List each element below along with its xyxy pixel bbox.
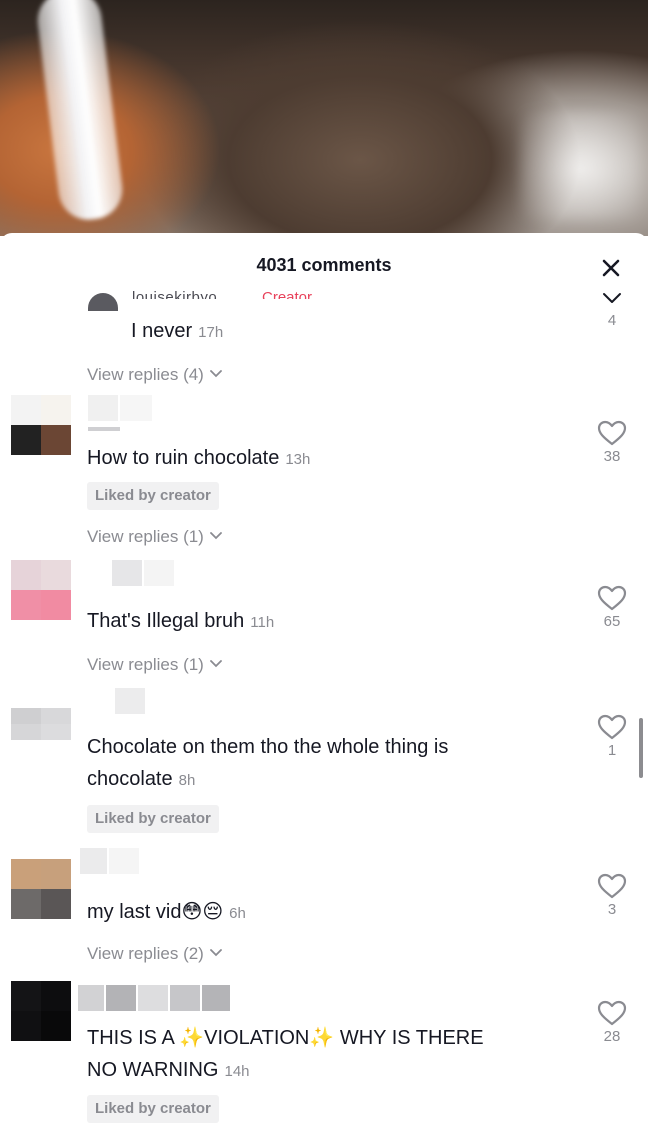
username-blurred[interactable] (88, 395, 152, 421)
view-replies-label: View replies (1) (87, 655, 204, 674)
view-replies-button[interactable]: View replies (2) (87, 942, 222, 966)
comment-item: THIS IS A ✨VIOLATION✨ WHY IS THERE NO WA… (0, 978, 648, 1137)
comment-text: Chocolate on them tho the whole thing is… (87, 731, 448, 797)
emoji-group: 😳😔 (181, 901, 224, 923)
like-button[interactable]: 65 (594, 585, 630, 630)
like-button[interactable]: 3 (594, 873, 630, 918)
heart-icon (597, 873, 627, 899)
video-glare (520, 110, 640, 220)
view-replies-label: View replies (4) (87, 365, 204, 384)
comment-time: 14h (224, 1063, 250, 1080)
heart-icon (597, 714, 627, 740)
chevron-down-icon (209, 370, 222, 378)
username-blurred[interactable] (112, 560, 174, 586)
like-count: 3 (607, 901, 617, 918)
tiktok-comments-screen: 4031 comments louisekirbyo Creator I nev… (0, 0, 648, 1137)
creator-badge: Creator (262, 289, 313, 299)
chevron-down-icon (603, 293, 621, 303)
reply-text-body: I never (131, 320, 193, 342)
comment-text: my last vid😳😔 6h (87, 896, 246, 930)
like-count: 38 (603, 448, 621, 465)
comment-item: Chocolate on them tho the whole thing is… (0, 688, 648, 848)
comment-time: 11h (250, 614, 275, 631)
liked-by-creator-badge: Liked by creator (87, 1095, 219, 1123)
reply-like-count: 4 (607, 312, 617, 329)
comment-body: my last vid (87, 901, 182, 923)
chevron-down-icon (209, 532, 222, 540)
milk-stream (34, 0, 126, 224)
reply-like-button[interactable]: 4 (596, 291, 628, 329)
heart-icon (597, 585, 627, 611)
comment-body-c: WHY IS THERE (334, 1027, 484, 1049)
comment-item: How to ruin chocolate 13h Liked by creato… (0, 393, 648, 553)
comment-text: That's Illegal bruh 11h (87, 605, 274, 639)
like-button[interactable]: 38 (594, 420, 630, 465)
view-replies-label: View replies (1) (87, 527, 204, 546)
reply-text: I never 17h (131, 317, 223, 347)
username-blurred[interactable] (80, 848, 139, 874)
liked-by-creator-badge: Liked by creator (87, 482, 219, 510)
avatar[interactable] (11, 859, 71, 919)
avatar[interactable] (11, 395, 71, 455)
username-blurred[interactable] (115, 688, 145, 714)
comment-body: How to ruin chocolate (87, 447, 280, 469)
like-count: 28 (603, 1028, 621, 1045)
avatar[interactable] (11, 981, 71, 1041)
avatar[interactable] (11, 560, 71, 620)
view-replies-button[interactable]: View replies (4) (87, 363, 222, 387)
like-count: 65 (603, 613, 621, 630)
comment-body-b: VIOLATION (204, 1027, 310, 1049)
video-preview[interactable] (0, 0, 648, 236)
like-count: 1 (607, 742, 617, 759)
comment-body-line2: NO WARNING (87, 1059, 219, 1081)
chevron-down-icon (209, 660, 222, 668)
creator-reply: louisekirbyo Creator I never 17h 4 View r… (0, 233, 648, 403)
comment-item: That's Illegal bruh 11h View replies (1) … (0, 558, 648, 688)
chevron-down-icon (209, 949, 222, 957)
reply-username[interactable]: louisekirbyo (132, 289, 217, 299)
comment-text: How to ruin chocolate 13h (87, 442, 310, 476)
comment-body-line2: chocolate (87, 768, 173, 790)
sparkle-emoji: ✨ (309, 1027, 335, 1049)
sparkle-emoji: ✨ (179, 1027, 205, 1049)
heart-icon (597, 1000, 627, 1026)
view-replies-button[interactable]: View replies (1) (87, 653, 222, 677)
view-replies-label: View replies (2) (87, 944, 204, 963)
username-blurred[interactable] (78, 985, 230, 1011)
avatar[interactable] (11, 708, 71, 740)
liked-by-creator-badge: Liked by creator (87, 805, 219, 833)
comments-sheet: 4031 comments louisekirbyo Creator I nev… (0, 233, 648, 1137)
comment-item: my last vid😳😔 6h View replies (2) 3 (0, 845, 648, 975)
comment-time: 8h (178, 772, 196, 789)
like-button[interactable]: 1 (594, 714, 630, 759)
comment-body-a: THIS IS A (87, 1027, 180, 1049)
comment-body-line1: Chocolate on them tho the whole thing is (87, 736, 449, 758)
like-button[interactable]: 28 (594, 1000, 630, 1045)
username-blur-bar (88, 427, 120, 431)
comment-text: THIS IS A ✨VIOLATION✨ WHY IS THERE NO WA… (87, 1022, 484, 1088)
comment-time: 13h (285, 451, 311, 468)
comment-body: That's Illegal bruh (87, 610, 245, 632)
heart-icon (597, 420, 627, 446)
scrollbar[interactable] (639, 718, 643, 778)
reply-avatar[interactable] (88, 293, 118, 311)
view-replies-button[interactable]: View replies (1) (87, 525, 222, 549)
comment-time: 6h (229, 905, 246, 922)
reply-time: 17h (198, 324, 224, 341)
